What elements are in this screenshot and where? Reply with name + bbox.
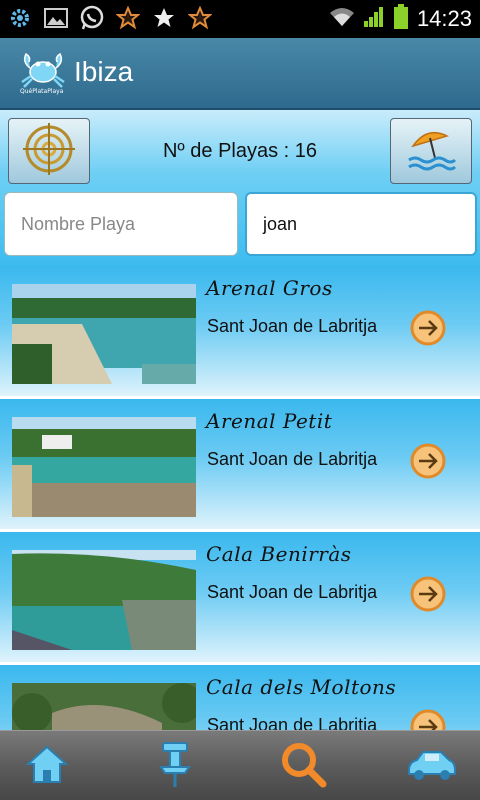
- picture-icon: [42, 4, 70, 32]
- star-white-icon: [150, 4, 178, 32]
- town-search-input[interactable]: joan: [245, 192, 477, 256]
- nav-search-button[interactable]: [278, 741, 328, 791]
- list-item[interactable]: Cala Benirràs Sant Joan de Labritja: [0, 532, 480, 662]
- arrow-right-icon[interactable]: [410, 310, 446, 346]
- beach-list[interactable]: Arenal Gros Sant Joan de Labritja Arenal…: [0, 266, 480, 730]
- beach-photo: [12, 550, 196, 650]
- arrow-right-icon[interactable]: [410, 576, 446, 612]
- beach-photo: [12, 284, 196, 384]
- beach-town: Sant Joan de Labritja: [207, 449, 378, 469]
- beach-name: Cala Benirràs: [206, 542, 352, 566]
- search-controls: Nº de Playas : 16 Nombre Playa joan: [0, 110, 480, 266]
- arrow-right-icon[interactable]: [410, 709, 446, 730]
- beach-photo: [12, 417, 196, 517]
- nav-home-button[interactable]: [22, 741, 72, 791]
- status-bar: 14:23: [0, 0, 480, 38]
- beach-name-input[interactable]: Nombre Playa: [4, 192, 238, 256]
- list-item[interactable]: Arenal Petit Sant Joan de Labritja: [0, 399, 480, 529]
- action-bar: QuéPlataPlaya Ibiza: [0, 38, 480, 110]
- app-title: Ibiza: [74, 56, 134, 87]
- nav-car-button[interactable]: [406, 741, 456, 791]
- beach-photo: [12, 683, 196, 730]
- umbrella-waves-icon: [405, 124, 457, 178]
- beach-town: Sant Joan de Labritja: [207, 715, 378, 730]
- whatsapp-icon: [78, 4, 106, 32]
- beach-name: Arenal Gros: [206, 276, 333, 300]
- beach-name: Cala dels Moltons: [206, 675, 397, 699]
- nav-map-pin-button[interactable]: [150, 741, 200, 791]
- list-item[interactable]: Arenal Gros Sant Joan de Labritja: [0, 266, 480, 396]
- battery-icon: [393, 4, 409, 34]
- bottom-nav: [0, 730, 480, 800]
- search-icon: [279, 740, 327, 792]
- star-orange-icon: [114, 4, 142, 32]
- beach-name: Arenal Petit: [206, 409, 333, 433]
- clock: 14:23: [416, 6, 472, 31]
- arrow-right-icon[interactable]: [410, 443, 446, 479]
- list-item[interactable]: Cala dels Moltons Sant Joan de Labritja: [0, 665, 480, 730]
- pin-icon: [155, 739, 195, 793]
- beach-umbrella-button[interactable]: [390, 118, 472, 184]
- beach-town: Sant Joan de Labritja: [207, 316, 378, 336]
- logo-caption: QuéPlataPlaya: [20, 88, 64, 95]
- home-icon: [25, 744, 69, 788]
- car-icon: [405, 746, 457, 786]
- signal-icon: [363, 6, 385, 32]
- beach-town: Sant Joan de Labritja: [207, 582, 378, 602]
- star-orange-icon: [186, 4, 214, 32]
- wifi-icon: [329, 7, 355, 31]
- settings-gear-icon: [6, 4, 34, 32]
